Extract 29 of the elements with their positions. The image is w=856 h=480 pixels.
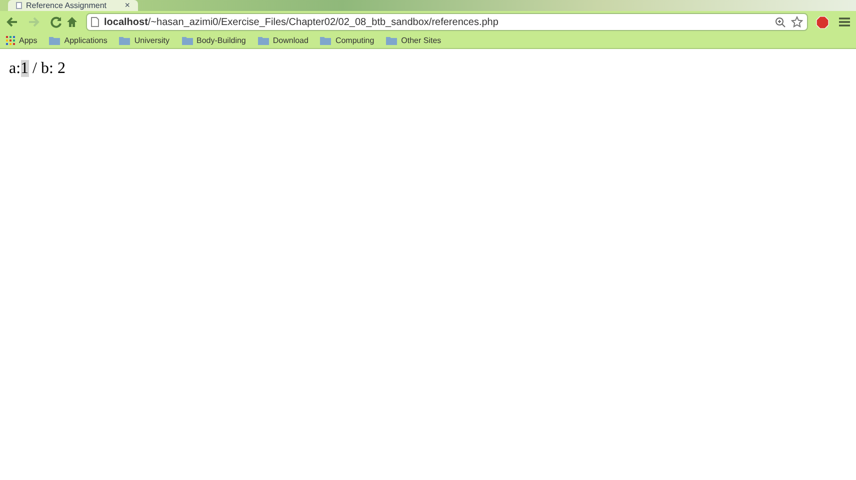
menu-icon[interactable] (839, 17, 850, 27)
tab-title: Reference Assignment (26, 2, 106, 10)
stop-sign-icon[interactable] (816, 16, 829, 28)
close-icon[interactable]: × (124, 1, 130, 10)
bookmark[interactable]: University (119, 34, 170, 46)
reload-icon[interactable] (50, 16, 62, 28)
address-bar[interactable]: localhost/~hasan_azimi0/Exercise_Files/Chapter02/02_08_btb_sandbox/references.php (86, 13, 808, 31)
folder-icon (386, 36, 398, 45)
zoom-icon[interactable] (775, 16, 786, 28)
folder-icon (49, 36, 60, 45)
star-icon[interactable] (791, 16, 803, 28)
home-icon[interactable] (66, 16, 78, 28)
browser-tab[interactable]: Reference Assignment × (8, 0, 138, 11)
bookmark[interactable]: Applications (49, 34, 108, 46)
page-icon (16, 2, 22, 9)
bookmark[interactable]: Body-Building (182, 34, 246, 46)
folder-icon (258, 36, 269, 45)
folder-icon (119, 36, 130, 45)
apps-grid-icon (6, 36, 15, 45)
url-text: localhost/~hasan_azimi0/Exercise_Files/Chapter02/02_08_btb_sandbox/references.php (104, 16, 498, 30)
folder-icon (320, 36, 332, 45)
bookmark[interactable]: Download (258, 34, 308, 46)
bookmark[interactable]: Computing (320, 34, 374, 46)
page-icon (91, 17, 99, 27)
back-arrow-icon[interactable] (6, 16, 18, 28)
folder-icon (182, 36, 192, 45)
bookmark[interactable]: Other Sites (386, 34, 442, 46)
result-text: a:1 / b: 2 (9, 60, 66, 77)
bookmark[interactable]: Apps (6, 34, 38, 46)
